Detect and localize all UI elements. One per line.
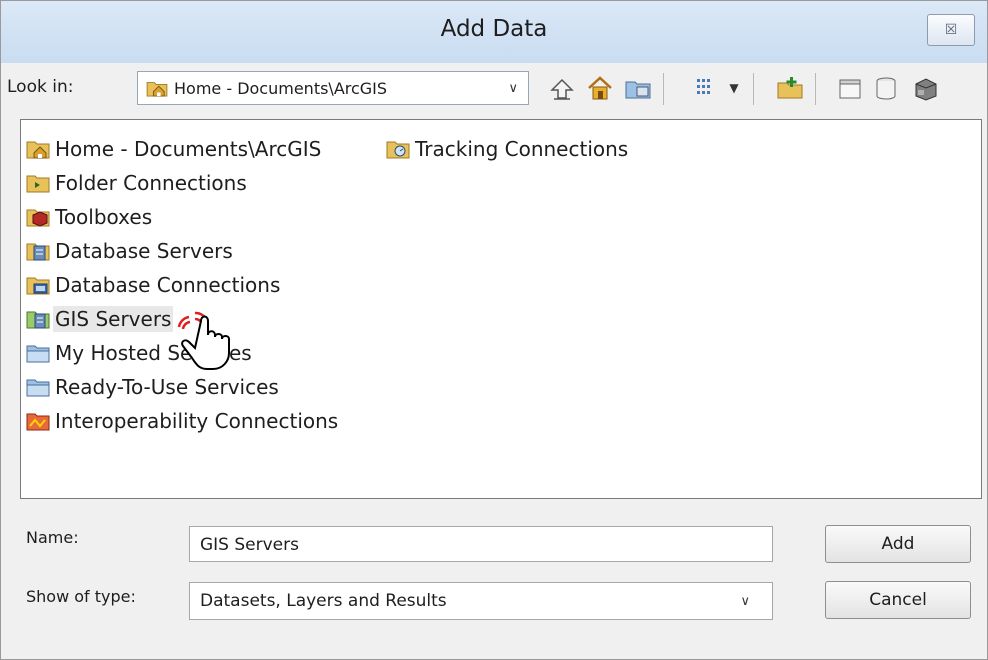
dialog-footer: Name: GIS Servers Add Show of type: Data… [1, 501, 987, 659]
view-button[interactable] [693, 73, 723, 103]
list-item[interactable]: Home - Documents\ArcGIS [26, 132, 340, 166]
item-label: Database Servers [55, 239, 233, 263]
toolbar-separator [815, 73, 816, 105]
new-file-geodatabase-button[interactable] [835, 73, 865, 103]
name-field[interactable]: GIS Servers [189, 526, 773, 562]
close-icon: ☒ [944, 22, 958, 38]
cancel-button[interactable]: Cancel [825, 581, 971, 619]
new-toolbox-button[interactable] [911, 73, 941, 103]
interoperability-icon [26, 413, 50, 431]
show-of-type-value: Datasets, Layers and Results [200, 591, 447, 611]
title-bar: Add Data ☒ [1, 1, 987, 63]
name-label: Name: [26, 528, 79, 547]
new-geodatabase-icon [839, 79, 861, 99]
chevron-down-icon: ∨ [740, 593, 750, 609]
view-menu-button[interactable]: ▼ [725, 73, 743, 103]
hosted-services-icon [26, 345, 50, 363]
list-item[interactable]: Folder Connections [26, 166, 340, 200]
hand-cursor-icon [177, 311, 230, 370]
show-of-type-label: Show of type: [26, 587, 136, 606]
item-label: Ready-To-Use Services [55, 375, 279, 399]
view-list-icon [697, 79, 710, 94]
toolbar: Look in: Home - Documents\ArcGIS ∨ ▼ [1, 63, 987, 119]
new-shapefile-icon [876, 77, 896, 100]
toolbar-separator [753, 73, 754, 105]
home-folder-icon [26, 141, 50, 159]
chevron-down-icon: ∨ [508, 80, 518, 96]
item-label: Folder Connections [55, 171, 247, 195]
connect-to-folder-button[interactable] [623, 73, 653, 103]
list-item[interactable]: Toolboxes [26, 200, 340, 234]
toolboxes-icon [26, 209, 50, 227]
catalog-list[interactable]: Home - Documents\ArcGIS Folder Connectio… [20, 119, 982, 499]
home-folder-icon [146, 82, 168, 97]
new-folder-button[interactable] [775, 73, 805, 103]
item-label: Database Connections [55, 273, 281, 297]
item-label: Tracking Connections [415, 137, 629, 161]
add-button[interactable]: Add [825, 525, 971, 563]
add-data-dialog: Add Data ☒ Look in: Home - Documents\Arc… [0, 0, 988, 660]
home-icon [588, 76, 612, 100]
catalog-column-2: Tracking Connections [386, 132, 630, 166]
ready-to-use-services-icon [26, 379, 50, 397]
look-in-label: Look in: [7, 77, 74, 97]
item-label: Home - Documents\ArcGIS [55, 137, 322, 161]
look-in-value: Home - Documents\ArcGIS [174, 78, 388, 98]
toolbar-separator [663, 73, 664, 105]
dialog-title: Add Data [440, 16, 548, 42]
database-servers-icon [26, 243, 50, 261]
list-item[interactable]: Tracking Connections [386, 132, 630, 166]
list-item[interactable]: Interoperability Connections [26, 404, 340, 438]
new-folder-icon [777, 77, 803, 99]
item-label: GIS Servers [53, 306, 174, 332]
look-in-dropdown[interactable]: Home - Documents\ArcGIS ∨ [137, 71, 529, 105]
close-button[interactable]: ☒ [927, 14, 975, 46]
up-one-level-icon [550, 78, 574, 100]
new-shapefile-button[interactable] [871, 73, 901, 103]
catalog-column-1: Home - Documents\ArcGIS Folder Connectio… [26, 132, 340, 438]
item-label: Toolboxes [55, 205, 153, 229]
new-toolbox-icon [915, 78, 937, 101]
up-one-level-button[interactable] [547, 73, 577, 103]
item-label: Interoperability Connections [55, 409, 339, 433]
dropdown-arrow-icon: ▼ [729, 81, 739, 95]
tracking-connections-icon [386, 141, 410, 159]
show-of-type-dropdown[interactable]: Datasets, Layers and Results ∨ [189, 582, 773, 620]
folder-connections-icon [26, 175, 50, 193]
database-connections-icon [26, 277, 50, 295]
list-item[interactable]: Database Servers [26, 234, 340, 268]
home-button[interactable] [585, 73, 615, 103]
gis-servers-icon [26, 311, 50, 329]
connect-folder-icon [625, 81, 651, 99]
